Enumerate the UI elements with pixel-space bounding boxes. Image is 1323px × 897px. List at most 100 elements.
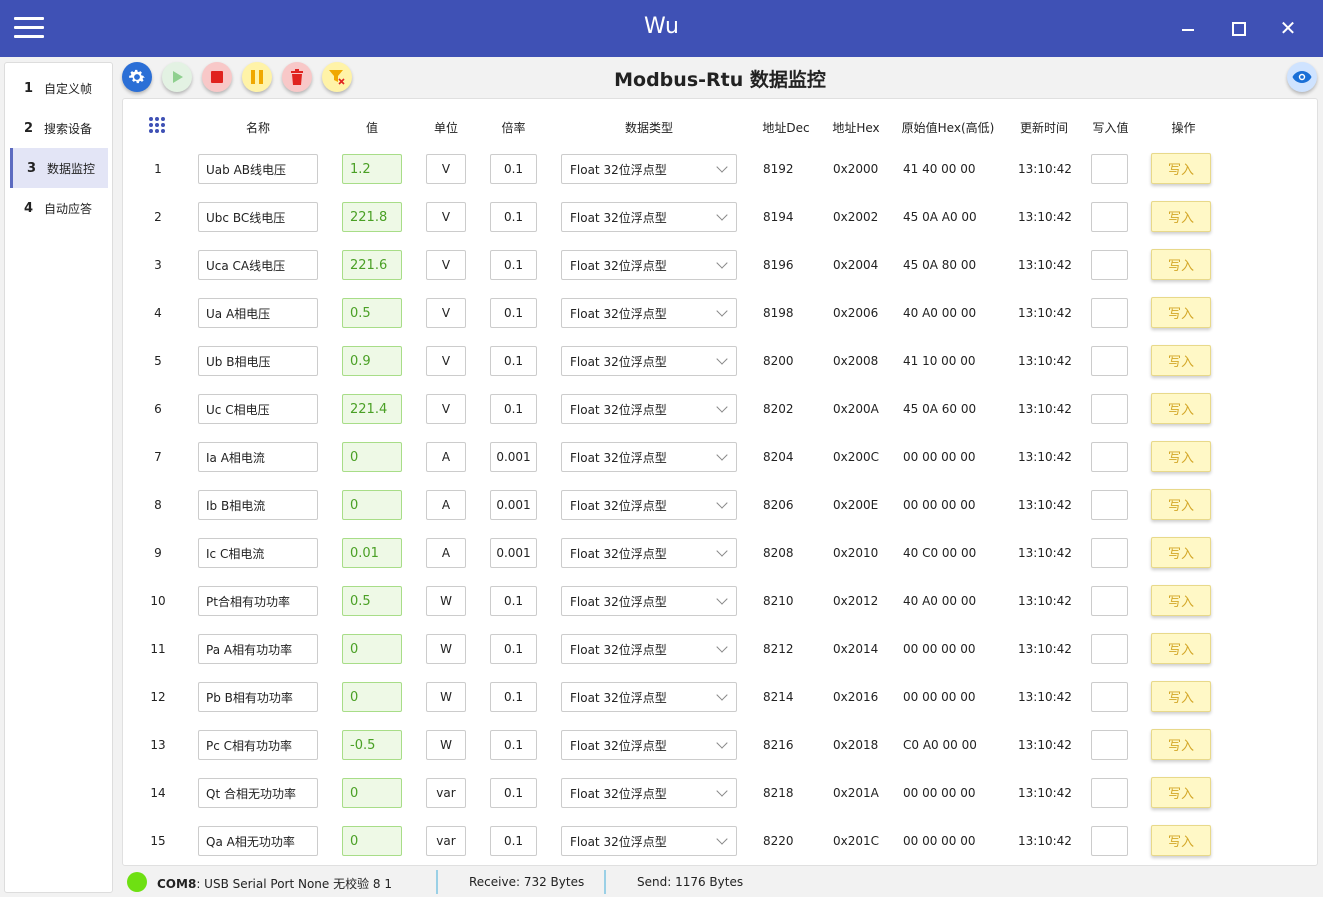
- unit-field[interactable]: V: [426, 250, 466, 280]
- datatype-select[interactable]: Float 32位浮点型: [561, 634, 737, 664]
- write-value-input[interactable]: [1091, 730, 1128, 760]
- rate-field[interactable]: 0.1: [490, 394, 537, 424]
- unit-field[interactable]: A: [426, 442, 466, 472]
- write-value-input[interactable]: [1091, 394, 1128, 424]
- unit-field[interactable]: V: [426, 298, 466, 328]
- write-value-input[interactable]: [1091, 442, 1128, 472]
- write-button[interactable]: 写入: [1151, 441, 1211, 472]
- datatype-select[interactable]: Float 32位浮点型: [561, 298, 737, 328]
- unit-field[interactable]: V: [426, 154, 466, 184]
- datatype-select[interactable]: Float 32位浮点型: [561, 154, 737, 184]
- datatype-select[interactable]: Float 32位浮点型: [561, 394, 737, 424]
- name-field[interactable]: Ub B相电压: [198, 346, 318, 376]
- rate-field[interactable]: 0.1: [490, 730, 537, 760]
- write-value-input[interactable]: [1091, 538, 1128, 568]
- rate-field[interactable]: 0.1: [490, 826, 537, 856]
- rate-field[interactable]: 0.1: [490, 586, 537, 616]
- unit-field[interactable]: V: [426, 394, 466, 424]
- write-button[interactable]: 写入: [1151, 345, 1211, 376]
- delete-button[interactable]: [282, 62, 312, 92]
- datatype-select[interactable]: Float 32位浮点型: [561, 250, 737, 280]
- datatype-select[interactable]: Float 32位浮点型: [561, 682, 737, 712]
- sidebar-item-custom-frame[interactable]: 1 自定义帧: [10, 68, 108, 108]
- datatype-select[interactable]: Float 32位浮点型: [561, 538, 737, 568]
- name-field[interactable]: Uab AB线电压: [198, 154, 318, 184]
- sidebar-item-auto-reply[interactable]: 4 自动应答: [10, 188, 108, 228]
- name-field[interactable]: Pa A相有功功率: [198, 634, 318, 664]
- name-field[interactable]: Qa A相无功功率: [198, 826, 318, 856]
- write-button[interactable]: 写入: [1151, 201, 1211, 232]
- write-button[interactable]: 写入: [1151, 489, 1211, 520]
- datatype-select[interactable]: Float 32位浮点型: [561, 346, 737, 376]
- write-value-input[interactable]: [1091, 682, 1128, 712]
- datatype-select[interactable]: Float 32位浮点型: [561, 730, 737, 760]
- name-field[interactable]: Ib B相电流: [198, 490, 318, 520]
- close-button[interactable]: ✕: [1276, 16, 1300, 40]
- rate-field[interactable]: 0.001: [490, 538, 537, 568]
- datatype-select[interactable]: Float 32位浮点型: [561, 202, 737, 232]
- datatype-select[interactable]: Float 32位浮点型: [561, 490, 737, 520]
- write-value-input[interactable]: [1091, 490, 1128, 520]
- write-value-input[interactable]: [1091, 778, 1128, 808]
- minimize-button[interactable]: [1176, 16, 1200, 40]
- unit-field[interactable]: A: [426, 538, 466, 568]
- unit-field[interactable]: var: [426, 778, 466, 808]
- unit-field[interactable]: W: [426, 634, 466, 664]
- name-field[interactable]: Pt合相有功功率: [198, 586, 318, 616]
- unit-field[interactable]: W: [426, 730, 466, 760]
- name-field[interactable]: Ubc BC线电压: [198, 202, 318, 232]
- rate-field[interactable]: 0.1: [490, 298, 537, 328]
- rate-field[interactable]: 0.1: [490, 154, 537, 184]
- clear-filter-button[interactable]: [322, 62, 352, 92]
- write-value-input[interactable]: [1091, 298, 1128, 328]
- rate-field[interactable]: 0.001: [490, 442, 537, 472]
- datatype-select[interactable]: Float 32位浮点型: [561, 442, 737, 472]
- write-button[interactable]: 写入: [1151, 633, 1211, 664]
- name-field[interactable]: Ia A相电流: [198, 442, 318, 472]
- unit-field[interactable]: A: [426, 490, 466, 520]
- rate-field[interactable]: 0.001: [490, 490, 537, 520]
- name-field[interactable]: Qt 合相无功功率: [198, 778, 318, 808]
- sidebar-item-data-monitor[interactable]: 3 数据监控: [10, 148, 108, 188]
- write-button[interactable]: 写入: [1151, 777, 1211, 808]
- settings-button[interactable]: [122, 62, 152, 92]
- name-field[interactable]: Uca CA线电压: [198, 250, 318, 280]
- unit-field[interactable]: V: [426, 202, 466, 232]
- write-button[interactable]: 写入: [1151, 537, 1211, 568]
- write-button[interactable]: 写入: [1151, 393, 1211, 424]
- datatype-select[interactable]: Float 32位浮点型: [561, 586, 737, 616]
- name-field[interactable]: Ic C相电流: [198, 538, 318, 568]
- unit-field[interactable]: V: [426, 346, 466, 376]
- rate-field[interactable]: 0.1: [490, 634, 537, 664]
- write-value-input[interactable]: [1091, 154, 1128, 184]
- write-button[interactable]: 写入: [1151, 825, 1211, 856]
- write-button[interactable]: 写入: [1151, 681, 1211, 712]
- rate-field[interactable]: 0.1: [490, 682, 537, 712]
- write-value-input[interactable]: [1091, 250, 1128, 280]
- write-button[interactable]: 写入: [1151, 297, 1211, 328]
- write-button[interactable]: 写入: [1151, 249, 1211, 280]
- write-value-input[interactable]: [1091, 634, 1128, 664]
- name-field[interactable]: Pc C相有功功率: [198, 730, 318, 760]
- write-button[interactable]: 写入: [1151, 153, 1211, 184]
- write-button[interactable]: 写入: [1151, 585, 1211, 616]
- grid-menu-icon[interactable]: [149, 117, 165, 133]
- unit-field[interactable]: W: [426, 586, 466, 616]
- name-field[interactable]: Uc C相电压: [198, 394, 318, 424]
- unit-field[interactable]: var: [426, 826, 466, 856]
- write-value-input[interactable]: [1091, 202, 1128, 232]
- pause-button[interactable]: [242, 62, 272, 92]
- sidebar-item-search-device[interactable]: 2 搜索设备: [10, 108, 108, 148]
- maximize-button[interactable]: [1226, 16, 1250, 40]
- rate-field[interactable]: 0.1: [490, 346, 537, 376]
- write-value-input[interactable]: [1091, 826, 1128, 856]
- write-value-input[interactable]: [1091, 346, 1128, 376]
- name-field[interactable]: Pb B相有功功率: [198, 682, 318, 712]
- datatype-select[interactable]: Float 32位浮点型: [561, 826, 737, 856]
- write-value-input[interactable]: [1091, 586, 1128, 616]
- stop-button[interactable]: [202, 62, 232, 92]
- rate-field[interactable]: 0.1: [490, 778, 537, 808]
- rate-field[interactable]: 0.1: [490, 250, 537, 280]
- datatype-select[interactable]: Float 32位浮点型: [561, 778, 737, 808]
- unit-field[interactable]: W: [426, 682, 466, 712]
